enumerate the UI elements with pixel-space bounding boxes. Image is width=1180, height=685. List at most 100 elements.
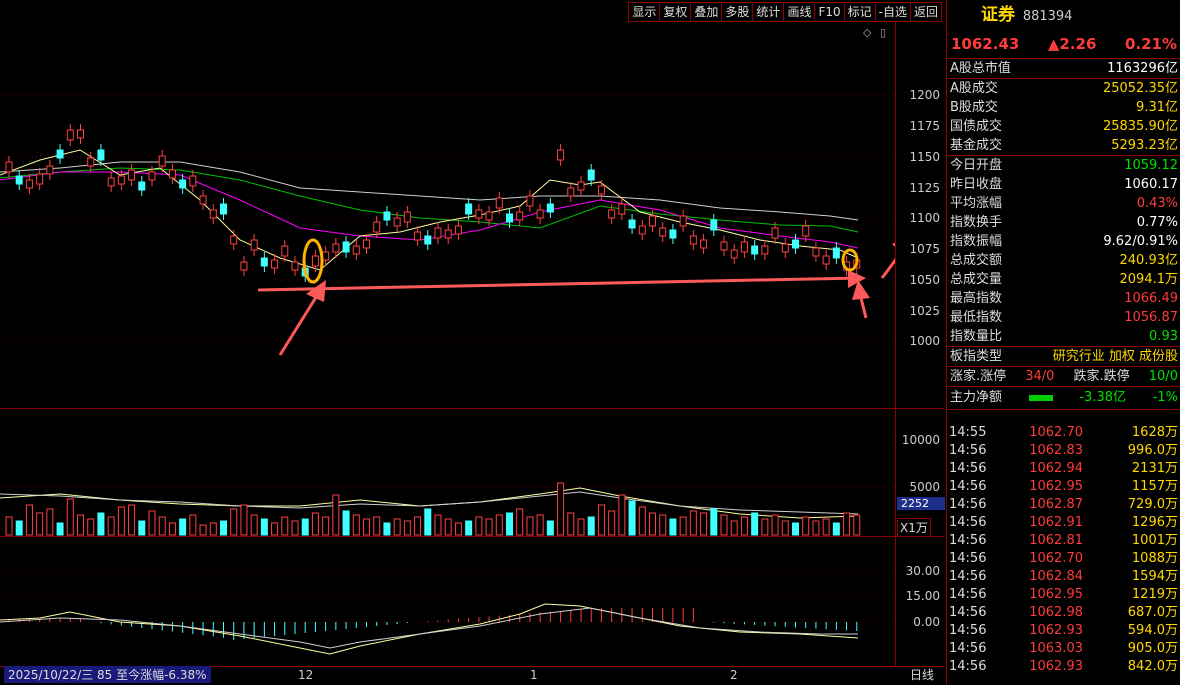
candle-body bbox=[220, 203, 227, 215]
macd-tick: 30.00 bbox=[905, 564, 940, 578]
volume-bar bbox=[373, 516, 381, 536]
board-type-row: 板指类型 研究行业 加权 成份股 bbox=[947, 347, 1180, 367]
volume-bar bbox=[689, 510, 697, 536]
volume-bar bbox=[393, 518, 401, 536]
volume-bar bbox=[669, 518, 677, 536]
volume-bar bbox=[363, 518, 370, 536]
tick-price: 1062.81 bbox=[1029, 533, 1083, 548]
volume-bar bbox=[291, 520, 299, 536]
tick-volume: 1157万 bbox=[1131, 479, 1178, 494]
left-arrow-line bbox=[278, 293, 320, 356]
candle-body bbox=[659, 227, 667, 237]
tick-row: 14:56 1062.95 1157万 bbox=[947, 478, 1180, 496]
volume-bar bbox=[403, 520, 411, 536]
volume-bar bbox=[628, 500, 636, 536]
stat-row-label: 平均涨幅 bbox=[950, 196, 1003, 211]
tick-time: 14:56 bbox=[949, 659, 987, 674]
limit-row: 涨家.涨停 34/0 跌家.跌停 10/0 bbox=[947, 367, 1180, 387]
stats-section: 今日开盘 1059.12 昨日收盘 1060.17 平均涨幅 0.43% 指数换手 0.77%… bbox=[947, 156, 1180, 347]
volume-bar bbox=[281, 516, 289, 536]
price-tick: 1175 bbox=[909, 119, 940, 133]
stat-row-label: 最高指数 bbox=[950, 291, 1003, 306]
volume-bar bbox=[15, 520, 23, 536]
macd-tick: 0.00 bbox=[913, 615, 940, 629]
board-type-label: 板指类型 bbox=[950, 349, 1003, 364]
stat-row-value: 9.62/0.91% bbox=[1103, 234, 1178, 249]
candle-body bbox=[669, 229, 677, 239]
tick-volume: 1001万 bbox=[1131, 533, 1178, 548]
board-type-value[interactable]: 研究行业 加权 成份股 bbox=[1053, 347, 1178, 366]
candle-body bbox=[720, 241, 728, 251]
stat-row-label: 总成交量 bbox=[950, 272, 1003, 287]
tick-row: 14:56 1063.03 905.0万 bbox=[947, 640, 1180, 658]
candle-body bbox=[689, 235, 697, 245]
volume-bar bbox=[179, 518, 187, 536]
stat-row-value: 0.77% bbox=[1136, 215, 1178, 230]
toolbar-back[interactable]: 返回 bbox=[909, 2, 942, 22]
tick-time: 14:56 bbox=[949, 461, 987, 476]
volume-current-marker: 2252 bbox=[897, 497, 945, 510]
volume-unit: X1万 bbox=[897, 518, 931, 537]
kline-chart-area[interactable]: 显示 复权 叠加 多股 统计 画线 F10 标记 -自选 返回 ◇ ▯ 1200… bbox=[0, 0, 945, 685]
tick-volume: 842.0万 bbox=[1127, 659, 1178, 674]
volume-bar bbox=[730, 520, 738, 536]
volume-bar bbox=[168, 522, 176, 536]
price-tick: 1200 bbox=[909, 88, 940, 102]
candle-body bbox=[771, 227, 779, 239]
candle-body bbox=[15, 175, 23, 185]
volume-bar bbox=[506, 512, 513, 536]
price-row: 1062.43 ▲2.26 0.21% bbox=[947, 30, 1180, 59]
volume-bar bbox=[618, 494, 626, 536]
candle-body bbox=[311, 255, 319, 267]
tick-volume: 1219万 bbox=[1131, 587, 1178, 602]
candle-body bbox=[25, 179, 33, 189]
main-flow-bar bbox=[1028, 395, 1053, 401]
volume-bar bbox=[751, 512, 759, 536]
volume-bar bbox=[352, 514, 360, 536]
tick-volume: 2131万 bbox=[1131, 461, 1178, 476]
stat-row-label: 今日开盘 bbox=[950, 158, 1003, 173]
volume-bar bbox=[424, 508, 432, 536]
candle-body bbox=[291, 261, 299, 271]
candle-body bbox=[546, 203, 554, 213]
candle-body bbox=[444, 229, 452, 239]
candle-body bbox=[5, 161, 13, 173]
volume-bar bbox=[802, 516, 810, 536]
volume-bar bbox=[25, 504, 33, 536]
volume-bar bbox=[332, 494, 340, 536]
price-tick: 1050 bbox=[909, 273, 940, 287]
tick-price: 1062.95 bbox=[1029, 587, 1083, 602]
tick-row: 14:56 1062.93 842.0万 bbox=[947, 658, 1180, 676]
stat-row-label: 指数量比 bbox=[950, 329, 1003, 344]
chart-canvas bbox=[0, 94, 895, 655]
candle-body bbox=[342, 241, 350, 253]
volume-bar bbox=[536, 514, 544, 536]
volume-bar bbox=[557, 482, 565, 536]
index-code: 881394 bbox=[1022, 9, 1073, 24]
candle-body bbox=[740, 241, 748, 253]
candle-body bbox=[577, 181, 585, 191]
tick-volume: 687.0万 bbox=[1127, 605, 1178, 620]
candle-body bbox=[802, 225, 810, 237]
candle-body bbox=[526, 195, 534, 207]
price-tick: 1150 bbox=[909, 150, 940, 164]
volume-bar bbox=[567, 512, 575, 536]
candle-body bbox=[792, 239, 799, 249]
tick-volume: 905.0万 bbox=[1127, 641, 1178, 656]
volume-bar bbox=[158, 516, 166, 536]
tick-time: 14:56 bbox=[949, 587, 987, 602]
volume-bar bbox=[444, 518, 452, 536]
volume-bar bbox=[414, 516, 422, 536]
volume-bar bbox=[454, 522, 462, 536]
volume-bar bbox=[66, 498, 74, 536]
period-selector[interactable]: 日线 bbox=[910, 666, 934, 683]
tick-time: 14:56 bbox=[949, 479, 987, 494]
tick-time: 14:56 bbox=[949, 551, 987, 566]
tick-row: 14:56 1062.70 1088万 bbox=[947, 550, 1180, 568]
tick-price: 1062.95 bbox=[1029, 479, 1083, 494]
stat-row: 最高指数 1066.49 bbox=[947, 289, 1180, 308]
candle-body bbox=[250, 239, 258, 251]
candle-body bbox=[506, 213, 513, 223]
main-flow-row: 主力净额 -3.38亿 -1% bbox=[947, 387, 1180, 410]
candle-body bbox=[751, 245, 759, 255]
